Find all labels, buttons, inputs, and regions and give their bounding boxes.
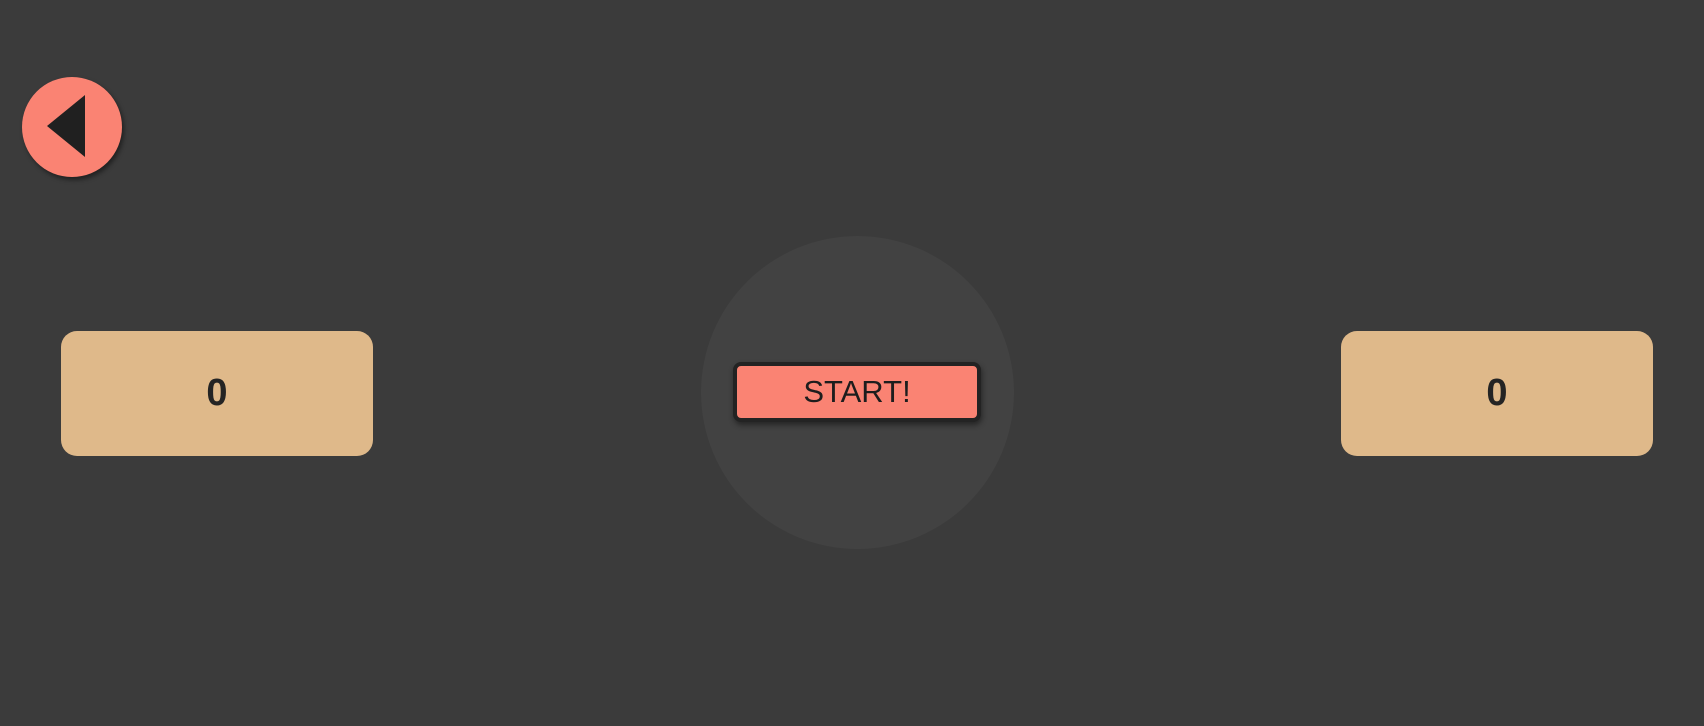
left-score-box: 0	[61, 331, 373, 456]
back-arrow-icon	[47, 95, 85, 157]
right-score-value: 0	[1486, 372, 1508, 414]
right-score-box: 0	[1341, 331, 1653, 456]
back-button[interactable]	[22, 77, 122, 177]
game-screen: 0 START! 0	[0, 0, 1704, 726]
start-button[interactable]: START!	[733, 362, 981, 422]
left-score-value: 0	[206, 372, 228, 414]
